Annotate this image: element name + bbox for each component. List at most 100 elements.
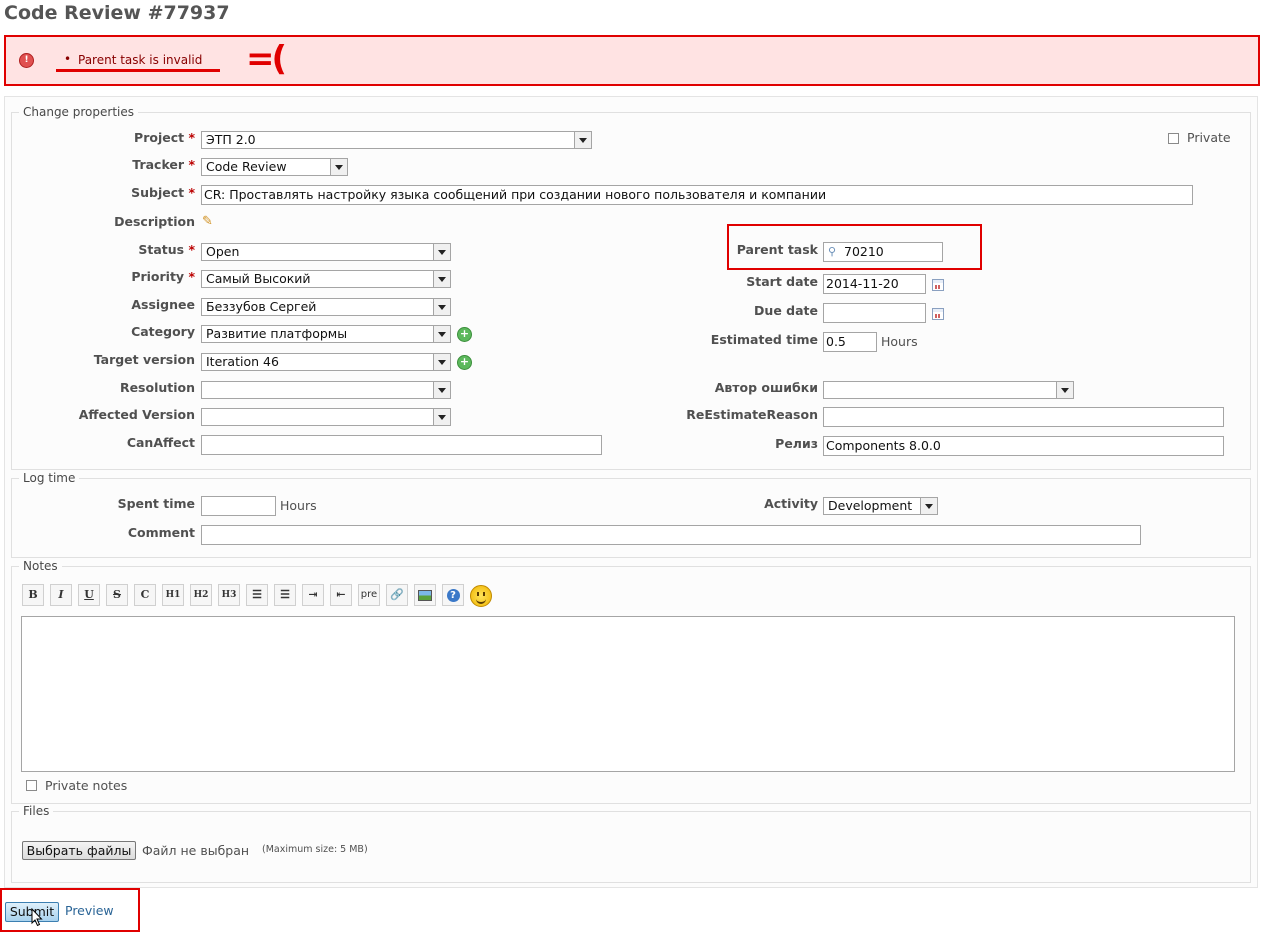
due-date-input[interactable] <box>823 303 926 323</box>
release-input[interactable]: Components 8.0.0 <box>823 436 1224 456</box>
calendar-icon[interactable] <box>932 279 944 291</box>
bullet-list-icon: ☰ <box>252 588 262 601</box>
activity-select[interactable]: Development <box>823 497 938 515</box>
release-label: Релиз <box>775 436 818 451</box>
help-icon: ? <box>446 589 460 602</box>
subject-label: Subject * <box>131 185 195 200</box>
chevron-down-icon <box>433 409 450 425</box>
error-author-select[interactable] <box>823 381 1074 399</box>
bold-button[interactable]: B <box>22 584 44 606</box>
error-bullet: • <box>64 52 72 66</box>
project-label: Project * <box>134 130 195 145</box>
log-time-legend: Log time <box>19 471 80 485</box>
private-notes-label: Private notes <box>45 778 128 793</box>
canaffect-label: CanAffect <box>126 435 195 450</box>
preformatted-button[interactable]: pre <box>358 584 380 606</box>
chevron-down-icon <box>920 498 937 514</box>
spent-time-label: Spent time <box>117 496 195 511</box>
link-icon: 🔗 <box>390 588 404 601</box>
chevron-down-icon <box>433 244 450 260</box>
resolution-label: Resolution <box>119 380 195 395</box>
chevron-down-icon <box>433 271 450 287</box>
underline-button[interactable]: U <box>78 584 100 606</box>
category-label: Category <box>131 324 195 339</box>
estimated-time-label: Estimated time <box>710 332 818 347</box>
comment-label: Comment <box>127 525 195 540</box>
tracker-label: Tracker * <box>132 157 195 172</box>
add-category-icon[interactable]: + <box>457 327 472 342</box>
strikethrough-button[interactable]: S <box>106 584 128 606</box>
preview-link[interactable]: Preview <box>65 903 114 918</box>
estimated-time-input[interactable]: 0.5 <box>823 332 877 352</box>
notes-legend: Notes <box>19 559 62 573</box>
heading2-button[interactable]: H2 <box>190 584 212 606</box>
assignee-select[interactable]: Беззубов Сергей <box>201 298 451 316</box>
reestimate-reason-label: ReEstimateReason <box>686 407 818 422</box>
spent-time-unit: Hours <box>280 498 317 513</box>
error-panel: ! • Parent task is invalid =( <box>4 35 1260 86</box>
parent-task-input[interactable]: ⚲ 70210 <box>823 242 943 262</box>
edit-pencil-icon[interactable]: ✎ <box>202 214 213 229</box>
log-time-fieldset <box>11 478 1251 558</box>
reestimate-reason-input[interactable] <box>823 407 1224 427</box>
cursor-icon <box>31 908 43 927</box>
indent-left-button[interactable]: ⇤ <box>330 584 352 606</box>
indent-right-button[interactable]: ⇥ <box>302 584 324 606</box>
error-underline-annotation <box>56 69 220 72</box>
image-icon <box>418 590 432 601</box>
comment-input[interactable] <box>201 525 1141 545</box>
change-properties-legend: Change properties <box>19 105 138 119</box>
numbered-list-icon: ☰ <box>280 588 290 601</box>
parent-task-label: Parent task <box>736 242 818 257</box>
error-icon: ! <box>19 53 34 68</box>
target-version-label: Target version <box>93 352 195 367</box>
target-version-select[interactable]: Iteration 46 <box>201 353 451 371</box>
error-message: Parent task is invalid <box>78 53 203 67</box>
status-label: Status * <box>138 242 195 257</box>
unordered-list-button[interactable]: ☰ <box>246 584 268 606</box>
status-select[interactable]: Open <box>201 243 451 261</box>
resolution-select[interactable] <box>201 381 451 399</box>
estimated-time-unit: Hours <box>881 334 918 349</box>
heading3-button[interactable]: H3 <box>218 584 240 606</box>
start-date-label: Start date <box>746 274 818 289</box>
activity-label: Activity <box>764 496 818 511</box>
smiley-icon[interactable] <box>470 585 492 607</box>
chevron-down-icon <box>330 159 347 175</box>
calendar-icon[interactable] <box>932 308 944 320</box>
heading1-button[interactable]: H1 <box>162 584 184 606</box>
add-version-icon[interactable]: + <box>457 355 472 370</box>
indent-icon: ⇥ <box>308 588 318 601</box>
choose-files-button[interactable]: Выбрать файлы <box>22 841 136 860</box>
project-select[interactable]: ЭТП 2.0 <box>201 131 592 149</box>
start-date-input[interactable]: 2014-11-20 <box>823 274 926 294</box>
no-file-text: Файл не выбран <box>142 843 250 858</box>
notes-textarea[interactable] <box>21 616 1235 772</box>
page-title: Code Review #77937 <box>4 2 230 24</box>
chevron-down-icon <box>433 299 450 315</box>
priority-select[interactable]: Самый Высокий <box>201 270 451 288</box>
private-notes-checkbox[interactable] <box>26 780 37 791</box>
search-icon: ⚲ <box>828 245 837 258</box>
priority-label: Priority * <box>131 269 195 284</box>
sad-face-annotation: =( <box>246 39 287 79</box>
italic-button[interactable]: I <box>50 584 72 606</box>
affected-version-label: Affected Version <box>78 407 195 422</box>
spent-time-input[interactable] <box>201 496 276 516</box>
affected-version-select[interactable] <box>201 408 451 426</box>
category-select[interactable]: Развитие платформы <box>201 325 451 343</box>
subject-input[interactable]: CR: Проставлять настройку языка сообщени… <box>201 185 1193 205</box>
chevron-down-icon <box>574 132 591 148</box>
tracker-select[interactable]: Code Review <box>201 158 348 176</box>
chevron-down-icon <box>433 326 450 342</box>
outdent-icon: ⇤ <box>336 588 346 601</box>
chevron-down-icon <box>1056 382 1073 398</box>
private-checkbox[interactable] <box>1168 133 1179 144</box>
ordered-list-button[interactable]: ☰ <box>274 584 296 606</box>
code-button[interactable]: C <box>134 584 156 606</box>
link-button[interactable]: 🔗 <box>386 584 408 606</box>
canaffect-input[interactable] <box>201 435 602 455</box>
help-button[interactable]: ? <box>442 584 464 606</box>
due-date-label: Due date <box>754 303 818 318</box>
image-button[interactable] <box>414 584 436 606</box>
